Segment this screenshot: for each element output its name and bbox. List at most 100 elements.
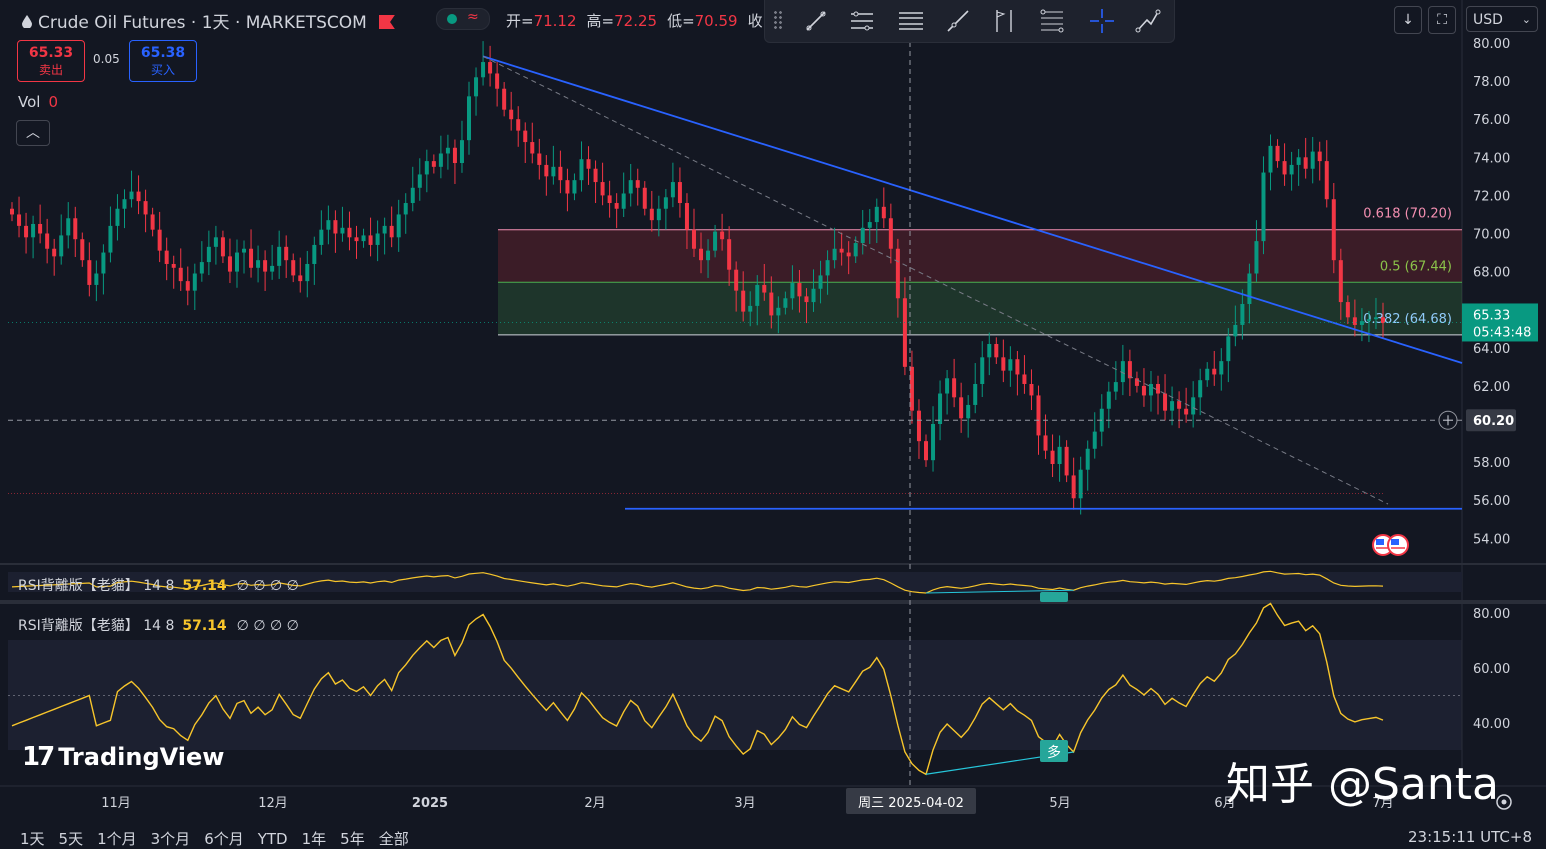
market-status-pill[interactable]: ≈ — [436, 8, 490, 30]
candle-body — [727, 239, 732, 270]
rsi-band — [8, 640, 1462, 750]
trend-line-tool-icon[interactable] — [801, 6, 831, 36]
candle-body — [410, 187, 415, 204]
timeframe-6m[interactable]: 6个月 — [204, 830, 244, 848]
candle-body — [347, 227, 352, 238]
rsi-legend-main[interactable]: RSI背離版【老貓】 14 8 57.14 ∅ ∅ ∅ ∅ — [18, 615, 299, 635]
collapse-legend-button[interactable]: ︿ — [16, 120, 50, 146]
candle-body — [396, 214, 401, 238]
add-alert-icon[interactable] — [1438, 410, 1458, 430]
rsi-name: RSI背離版【老貓】 — [18, 578, 139, 594]
candle-body — [192, 273, 197, 291]
candle-body — [1141, 385, 1146, 396]
candle-body — [762, 284, 767, 293]
candle-body — [1338, 260, 1343, 303]
candle-body — [931, 424, 936, 461]
crosshair-tool-icon[interactable] — [1087, 6, 1117, 36]
candle-body — [706, 250, 711, 261]
rsi-value: 57.14 — [182, 578, 227, 594]
candle-body — [481, 62, 486, 78]
rsi-tick-label: 40.00 — [1473, 717, 1510, 732]
candle-body — [59, 235, 64, 257]
candle-body — [375, 233, 380, 245]
candle-body — [699, 248, 704, 261]
last-price-value: 65.33 — [1473, 308, 1510, 323]
candle-body — [333, 220, 338, 234]
gann-box-tool-icon[interactable] — [1037, 6, 1067, 36]
low-label: 低= — [667, 12, 695, 30]
timeframe-1y[interactable]: 1年 — [302, 830, 327, 848]
tradingview-logo[interactable]: 17 TradingView — [22, 742, 224, 772]
path-tool-icon[interactable] — [1133, 6, 1163, 36]
timeframe-3m[interactable]: 3个月 — [151, 830, 191, 848]
fullscreen-icon[interactable]: ⛶ — [1428, 6, 1456, 34]
candle-body — [431, 161, 436, 167]
price-chart[interactable]: 0.618 (70.20) 0.5 (67.44) 0.382 (64.68) 80… — [0, 0, 1546, 841]
candle-body — [488, 62, 493, 74]
price-tick-label: 58.00 — [1473, 456, 1510, 471]
candle-body — [277, 246, 282, 266]
open-label: 开= — [506, 12, 534, 30]
ohlc-readout: 开=71.12高=72.25低=70.59收=7 — [506, 10, 795, 31]
fib-retracement-tool-icon[interactable] — [989, 6, 1019, 36]
candle-body — [45, 233, 50, 249]
currency-select[interactable]: USD ⌄ — [1466, 6, 1538, 32]
candle-body — [178, 267, 183, 282]
parallel-channel-tool-icon[interactable] — [847, 6, 877, 36]
candle-body — [1036, 395, 1041, 436]
candle-body — [1240, 303, 1245, 325]
timeframe-ytd[interactable]: YTD — [258, 830, 288, 848]
drag-handle-icon[interactable] — [773, 10, 783, 30]
candle-body — [1261, 172, 1266, 242]
chart-title[interactable]: Crude Oil Futures · 1天 · MARKETSCOM — [22, 8, 395, 33]
candle-body — [340, 227, 345, 234]
candle-body — [713, 231, 718, 251]
candle-body — [888, 218, 893, 249]
candle-body — [80, 239, 85, 261]
candle-body — [586, 159, 591, 169]
candle-body — [438, 153, 443, 167]
candle-body — [670, 182, 675, 198]
symbol-title: Crude Oil Futures · 1天 · MARKETSCOM — [38, 13, 367, 33]
candle-body — [1366, 319, 1371, 322]
candle-body — [720, 231, 725, 240]
candle-body — [1085, 448, 1090, 470]
candle-body — [220, 237, 225, 257]
candle-body — [1352, 317, 1357, 325]
clock[interactable]: 23:15:11 UTC+8 — [1408, 828, 1532, 846]
candle-body — [832, 248, 837, 261]
flag-icon[interactable] — [378, 15, 395, 29]
candle-body — [87, 260, 92, 285]
candle-body — [1184, 408, 1189, 415]
candle-body — [642, 187, 647, 209]
candle-body — [593, 168, 598, 183]
sell-button[interactable]: 65.33 卖出 — [17, 40, 85, 82]
price-tick-label: 76.00 — [1473, 113, 1510, 128]
time-tick-label: 2025 — [412, 796, 448, 811]
sell-price: 65.33 — [28, 45, 74, 61]
candle-body — [157, 229, 162, 251]
download-icon[interactable]: ↓ — [1394, 6, 1422, 34]
candle-body — [424, 161, 429, 175]
candle-body — [17, 214, 22, 226]
buy-button[interactable]: 65.38 买入 — [129, 40, 197, 82]
candle-body — [417, 174, 422, 188]
chevron-up-icon: ︿ — [26, 125, 40, 141]
candle-body — [291, 260, 296, 276]
horizontal-lines-tool-icon[interactable] — [896, 6, 926, 36]
candle-body — [474, 77, 479, 97]
candle-body — [1071, 475, 1076, 499]
candle-body — [52, 248, 57, 257]
candle-body — [924, 441, 928, 461]
candle-body — [1064, 446, 1069, 476]
timeframe-1d[interactable]: 1天 — [20, 830, 45, 848]
timeframe-5d[interactable]: 5天 — [59, 830, 84, 848]
candle-body — [1043, 435, 1048, 451]
timeframe-5y[interactable]: 5年 — [340, 830, 365, 848]
timeframe-all[interactable]: 全部 — [379, 830, 409, 848]
timeframe-1m[interactable]: 1个月 — [97, 830, 137, 848]
ray-tool-icon[interactable] — [943, 6, 973, 36]
candle-body — [980, 357, 985, 384]
candle-body — [565, 180, 570, 194]
rsi-legend-compact[interactable]: RSI背離版【老貓】 14 8 57.14 ∅ ∅ ∅ ∅ — [18, 575, 299, 595]
